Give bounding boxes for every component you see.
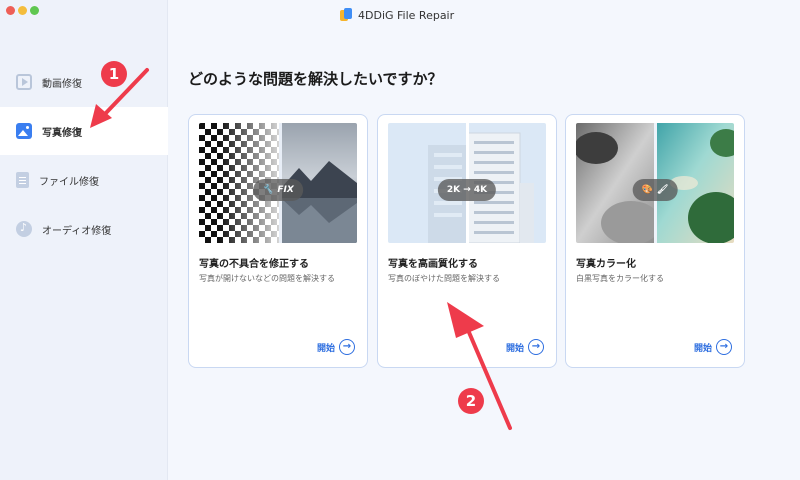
app-window: 動画修復 写真修復 ファイル修復 オーディオ修復 4DDiG File Repa… (0, 0, 800, 480)
step-2-marker: 2 (458, 388, 484, 414)
step-1-marker: 1 (101, 61, 127, 87)
